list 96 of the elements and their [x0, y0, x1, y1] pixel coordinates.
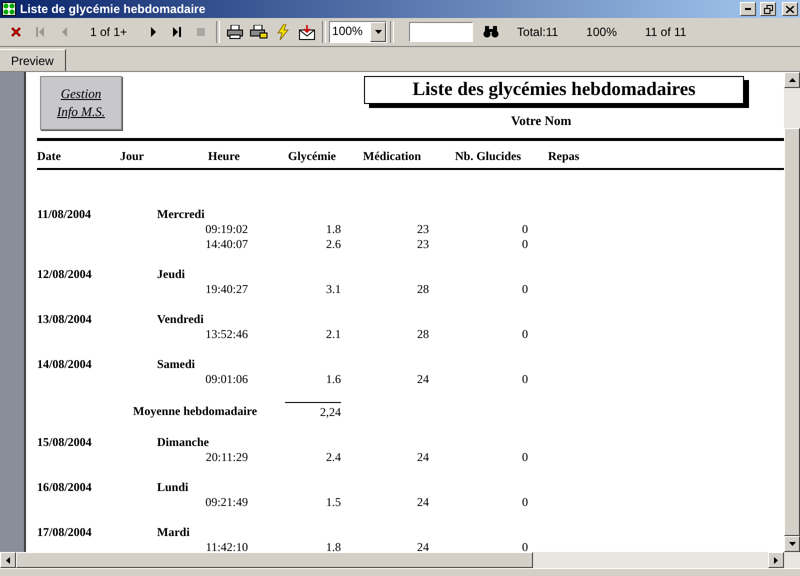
table-cell-text: 1.8 [325, 222, 341, 237]
scroll-down-button[interactable] [784, 536, 800, 552]
date-label: 13/08/2004 [37, 312, 93, 327]
column-header: Médication [363, 149, 422, 164]
table-cell-text: 3.1 [325, 282, 341, 297]
tab[interactable]: Preview [0, 49, 66, 71]
down-arrow-icon [788, 542, 796, 546]
column-header: Heure [208, 149, 241, 164]
day-label: Mercredi [157, 207, 205, 222]
binoculars-icon [483, 26, 500, 38]
toolbar-text: 1 of 1+ [89, 25, 128, 39]
table-cell-text: 0 [521, 450, 528, 465]
minimize-icon [745, 8, 751, 10]
table-cell-text: 24 [416, 372, 429, 387]
table-cell-text: 28 [416, 282, 429, 297]
average-value: 2,24 [285, 402, 341, 420]
next-icon [150, 26, 157, 38]
toolbar-text: Total:11 [516, 25, 560, 39]
stop-icon [197, 28, 206, 36]
printer-icon [227, 25, 244, 39]
table-cell-text: 23 [416, 237, 429, 252]
column-header: Repas [548, 149, 580, 164]
table-cell-text: 1.5 [325, 495, 341, 510]
scroll-left-button[interactable] [0, 552, 16, 568]
table-cell-text: 19:40:27 [204, 282, 248, 297]
table-cell-text: 1.6 [325, 372, 341, 387]
table-cell-text: 09:19:02 [204, 222, 248, 237]
close-window-button[interactable] [782, 2, 798, 16]
previous-icon [60, 26, 68, 38]
average-label: Moyenne hebdomadaire [133, 404, 258, 420]
close-icon [786, 6, 794, 12]
printer-settings-icon [250, 25, 268, 39]
table-cell-text: 2.1 [325, 327, 341, 342]
column-header: Nb. Glucides [455, 149, 522, 164]
table-cell-text: 2.6 [325, 237, 341, 252]
first-page-icon [35, 26, 45, 38]
table-cell-text: 14:40:07 [204, 237, 248, 252]
table-cell-text: 0 [521, 540, 528, 552]
table-cell-text: 24 [416, 450, 429, 465]
column-header: Jour [120, 149, 145, 164]
window-title: Liste de glycémie hebdomadaire [20, 2, 206, 16]
day-label: Jeudi [157, 267, 186, 282]
restore-icon [764, 4, 772, 14]
date-label: 11/08/2004 [37, 207, 92, 222]
table-cell-text: 2.4 [325, 450, 341, 465]
left-arrow-icon [6, 556, 10, 564]
table-cell-text: 1.8 [325, 540, 341, 552]
day-label: Mardi [157, 525, 190, 540]
table-cell-text: 0 [521, 222, 528, 237]
scroll-thumb[interactable] [16, 552, 533, 568]
day-label: Lundi [157, 480, 188, 495]
report-subtitle: Votre Nom [511, 113, 572, 129]
table-cell-text: 28 [416, 327, 429, 342]
app-icon [2, 2, 16, 16]
date-label: 15/08/2004 [37, 435, 93, 450]
close-icon [10, 26, 22, 38]
right-arrow-icon [774, 556, 778, 564]
table-cell-text: 0 [521, 282, 528, 297]
table-cell-text: 11:42:10 [204, 540, 248, 552]
toolbar-text: 100% [585, 25, 618, 39]
scroll-up-button[interactable] [784, 72, 800, 88]
report-title: Liste des glycémies hebdomadaires [364, 76, 749, 108]
restore-button[interactable] [760, 2, 776, 16]
column-header: Glycémie [288, 149, 337, 164]
day-label: Vendredi [157, 312, 204, 327]
logo-text: Info M.S. [56, 104, 106, 120]
table-cell-text: 09:01:06 [204, 372, 248, 387]
search-field[interactable] [409, 22, 474, 42]
table-cell-text: 20:11:29 [204, 450, 248, 465]
table-cell-text: 24 [416, 495, 429, 510]
envelope-icon [299, 24, 316, 40]
table-cell-text: 0 [521, 372, 528, 387]
table-cell-text: 13:52:46 [204, 327, 248, 342]
table-cell-text: 0 [521, 237, 528, 252]
logo-text: Gestion [60, 86, 102, 102]
lightning-icon [277, 24, 290, 40]
up-arrow-icon [788, 78, 796, 82]
horizontal-scrollbar[interactable] [0, 552, 800, 568]
table-cell-text: 23 [416, 222, 429, 237]
day-label: Dimanche [157, 435, 209, 450]
column-header: Date [37, 149, 62, 164]
day-label: Samedi [157, 357, 196, 372]
minimize-button[interactable] [740, 2, 756, 16]
date-label: 14/08/2004 [37, 357, 93, 372]
date-label: 12/08/2004 [37, 267, 93, 282]
zoom-dropdown[interactable]: 100% [329, 21, 388, 43]
last-page-icon [172, 26, 182, 38]
date-label: 16/08/2004 [37, 480, 93, 495]
toolbar-text: 11 of 11 [644, 25, 688, 39]
table-cell-text: 0 [521, 495, 528, 510]
table-cell-text: 0 [521, 327, 528, 342]
dropdown-arrow-icon [374, 30, 382, 34]
date-label: 17/08/2004 [37, 525, 93, 540]
table-cell-text: 09:21:49 [204, 495, 248, 510]
scroll-right-button[interactable] [768, 552, 784, 568]
table-cell-text: 24 [416, 540, 429, 552]
